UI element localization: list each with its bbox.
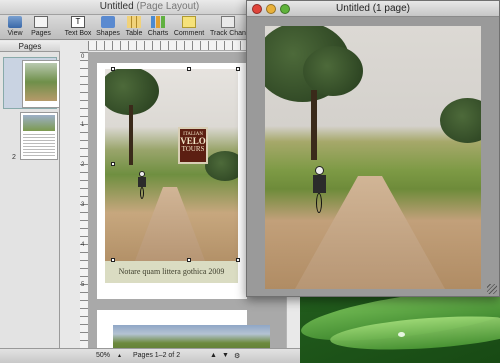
caption-text[interactable]: Notare quam littera gothica 2009: [105, 261, 238, 283]
track-changes-label: Track Chan: [210, 30, 246, 37]
tree: [205, 151, 238, 181]
ruler-mark: 0: [81, 54, 85, 60]
table-label: Table: [125, 30, 143, 37]
tree-trunk: [129, 105, 133, 165]
selection-handle[interactable]: [111, 258, 115, 262]
selection-handle[interactable]: [236, 67, 240, 71]
text-box-label: Text Box: [64, 30, 92, 37]
ruler-mark: 4: [81, 242, 85, 248]
charts-button[interactable]: Charts: [147, 16, 169, 37]
charts-icon: [151, 16, 165, 28]
ruler-mark: 3: [81, 202, 85, 208]
view-label: View: [7, 30, 23, 37]
preview-photo: [265, 26, 481, 289]
track-changes-icon: [221, 16, 235, 28]
page-thumbnail-2[interactable]: [20, 112, 58, 160]
comment-label: Comment: [173, 30, 205, 37]
preview-title: Untitled (1 page): [336, 3, 410, 14]
gear-icon[interactable]: ⚙: [234, 352, 240, 360]
pages-button[interactable]: Pages: [30, 16, 52, 37]
selection-handle[interactable]: [236, 258, 240, 262]
ruler-mark: 1: [81, 122, 85, 128]
cover-photo[interactable]: [105, 69, 238, 261]
selection-handle[interactable]: [187, 258, 191, 262]
up-arrow-icon[interactable]: ▲: [210, 352, 217, 359]
resize-grip-icon[interactable]: [487, 284, 497, 294]
charts-label: Charts: [147, 30, 169, 37]
pages-sidebar: 1 2: [0, 52, 60, 352]
tree: [303, 46, 363, 96]
down-arrow-icon[interactable]: ▼: [222, 352, 229, 359]
shapes-icon: [101, 16, 115, 28]
table-button[interactable]: Table: [124, 16, 144, 37]
page-thumbnail-1[interactable]: [3, 57, 60, 109]
preview-window: Untitled (1 page): [246, 0, 500, 297]
pages-label: Pages: [31, 30, 51, 37]
dirt-road: [135, 187, 205, 261]
page-count: Pages 1–2 of 2: [133, 352, 181, 359]
ruler-mark: 2: [81, 162, 85, 168]
comment-button[interactable]: Comment: [173, 16, 205, 37]
selection-handle[interactable]: [111, 67, 115, 71]
document-title: Untitled: [99, 1, 134, 12]
table-icon: [127, 16, 141, 28]
zoom-level[interactable]: 50%: [96, 352, 110, 359]
text-box-button[interactable]: T Text Box: [63, 16, 93, 37]
shapes-label: Shapes: [96, 30, 120, 37]
selection-handle[interactable]: [111, 162, 115, 166]
comment-icon: [182, 16, 196, 28]
zoom-stepper-icon[interactable]: ▴: [118, 352, 121, 359]
ruler-mark: 5: [81, 282, 85, 288]
selection-handle[interactable]: [187, 67, 191, 71]
tree: [440, 98, 481, 143]
pages-icon: [34, 16, 48, 28]
shapes-button[interactable]: Shapes: [96, 16, 120, 37]
italian-velo-tours-logo[interactable]: ITALIAN VELO TOURS: [178, 127, 208, 164]
document-mode: (Page Layout): [136, 1, 200, 12]
track-changes-button[interactable]: Track Chan: [209, 16, 247, 37]
logo-line-3: TOURS: [181, 145, 205, 153]
view-icon: [8, 16, 22, 28]
water-drop: [398, 332, 405, 337]
tree-trunk: [311, 90, 317, 160]
view-button[interactable]: View: [5, 16, 25, 37]
vertical-ruler[interactable]: 0 1 2 3 4 5: [80, 52, 89, 348]
page-number-2: 2: [12, 154, 16, 161]
preview-titlebar[interactable]: Untitled (1 page): [247, 1, 499, 17]
status-bar: 50% ▴ Pages 1–2 of 2 ▲ ▼ ⚙: [0, 348, 300, 363]
text-box-icon: T: [71, 16, 85, 28]
pages-sidebar-header: Pages: [0, 41, 60, 52]
